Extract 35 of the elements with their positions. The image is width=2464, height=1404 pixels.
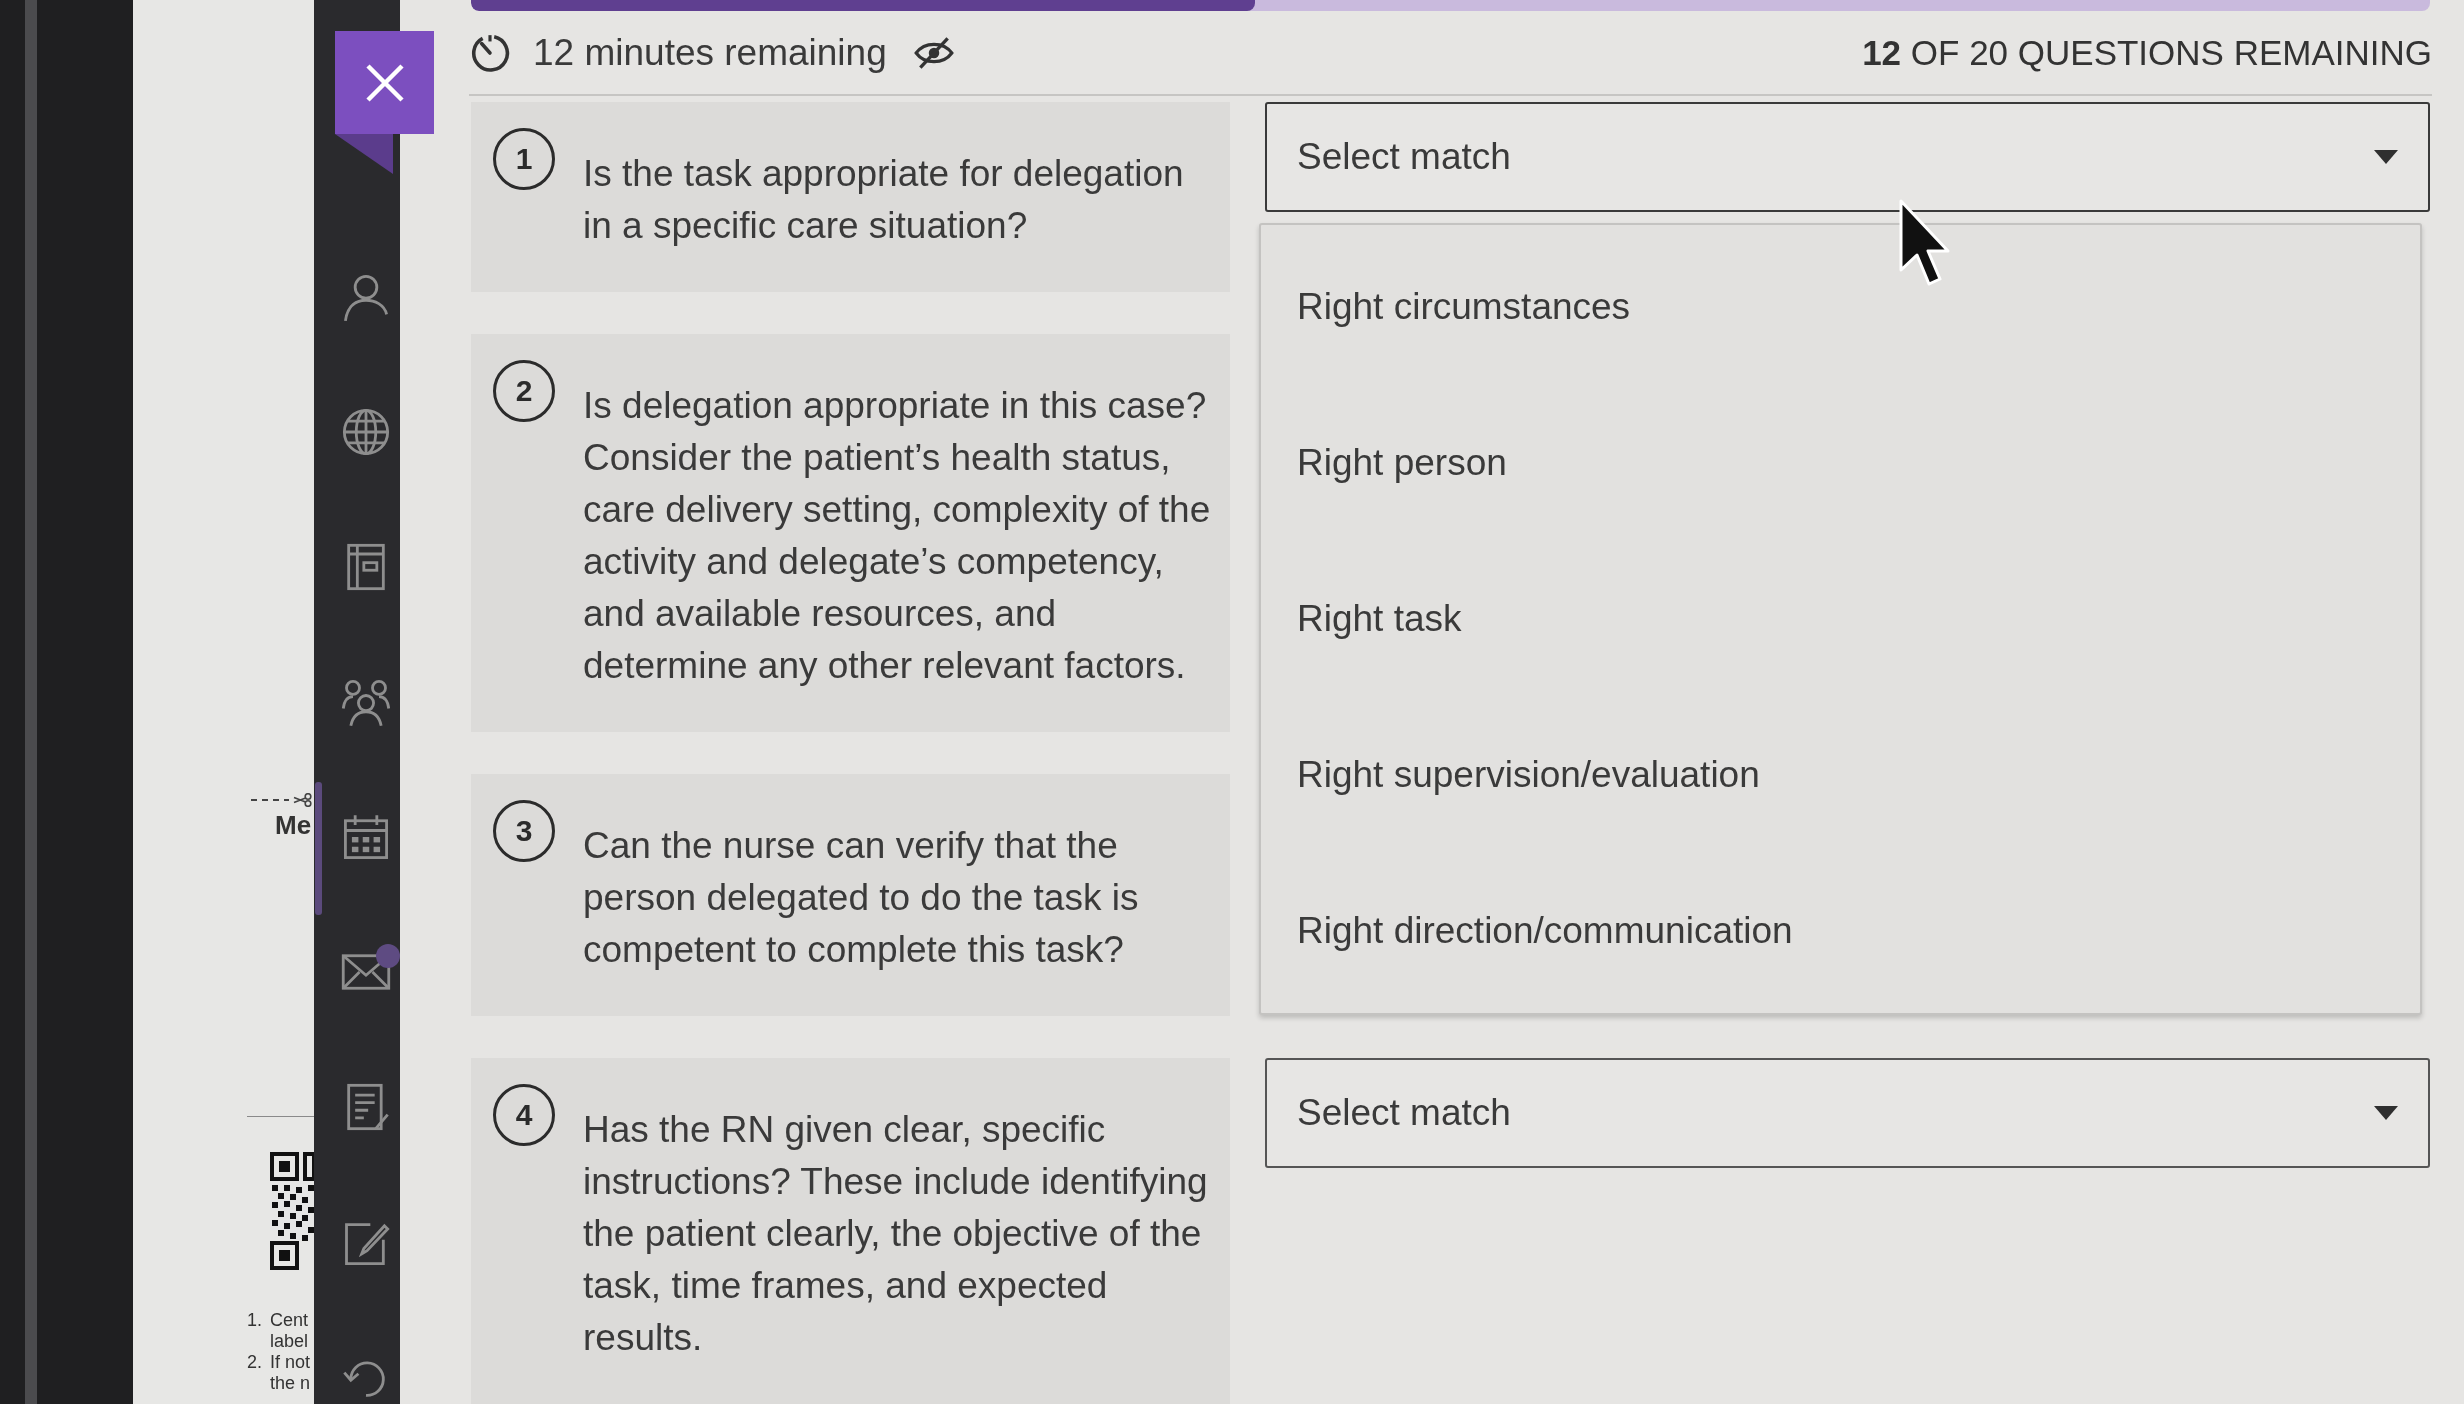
scissors-icon — [251, 793, 314, 807]
questions-remaining: 12 OF 20 QUESTIONS REMAINING — [1862, 32, 2432, 73]
badge-dot-icon — [376, 944, 400, 968]
close-button[interactable] — [335, 31, 434, 134]
note-text: the n — [270, 1373, 311, 1394]
match-select[interactable]: Select match — [1265, 1058, 2430, 1168]
note-text: label — [270, 1331, 309, 1352]
menu-option[interactable]: Right direction/communication — [1261, 853, 2420, 1009]
note-heading: Me — [275, 812, 312, 838]
question-number: 1 — [493, 128, 555, 190]
scrollbar[interactable] — [315, 782, 322, 915]
qr-code-icon — [270, 1152, 314, 1270]
fold-icon — [335, 134, 393, 174]
globe-icon[interactable] — [340, 406, 392, 458]
question-number: 2 — [493, 360, 555, 422]
note-text: Cent — [270, 1310, 309, 1331]
question-text: Is the task appropriate for delegation in a specific care situation? — [583, 152, 1185, 248]
note-text: If not — [270, 1352, 311, 1373]
timer-text: 12 minutes remaining — [533, 31, 887, 74]
match-select[interactable]: Select match — [1265, 102, 2430, 212]
list-number: 2. — [247, 1352, 263, 1374]
menu-option[interactable]: Right task — [1261, 541, 2420, 697]
list-number: 1. — [247, 1310, 263, 1332]
menu-option[interactable]: Right person — [1261, 385, 2420, 541]
eye-slash-icon[interactable] — [912, 35, 955, 70]
caret-icon — [2374, 150, 2398, 164]
menu-option[interactable]: Right circumstances — [1261, 229, 2420, 385]
caret-icon — [2374, 1106, 2398, 1120]
question-number: 4 — [493, 1084, 555, 1146]
question-text: Is delegation appropriate in this case? Consider the patient’s health status, care delivery setting, complexity of the activity and delegate’s competency, and available resources, and determine any other relevant factors. — [583, 384, 1212, 688]
menu-option[interactable]: Right supervision/evaluation — [1261, 697, 2420, 853]
close-icon — [364, 62, 405, 103]
question-number: 3 — [493, 800, 555, 862]
question-text: Has the RN given clear, specific instructions? These include identifying the patient clearly, the objective of the task, time frames, and expected results. — [583, 1108, 1209, 1360]
question-text: Can the nurse can verify that the person delegated to do the task is competent to complete this task? — [583, 824, 1140, 972]
